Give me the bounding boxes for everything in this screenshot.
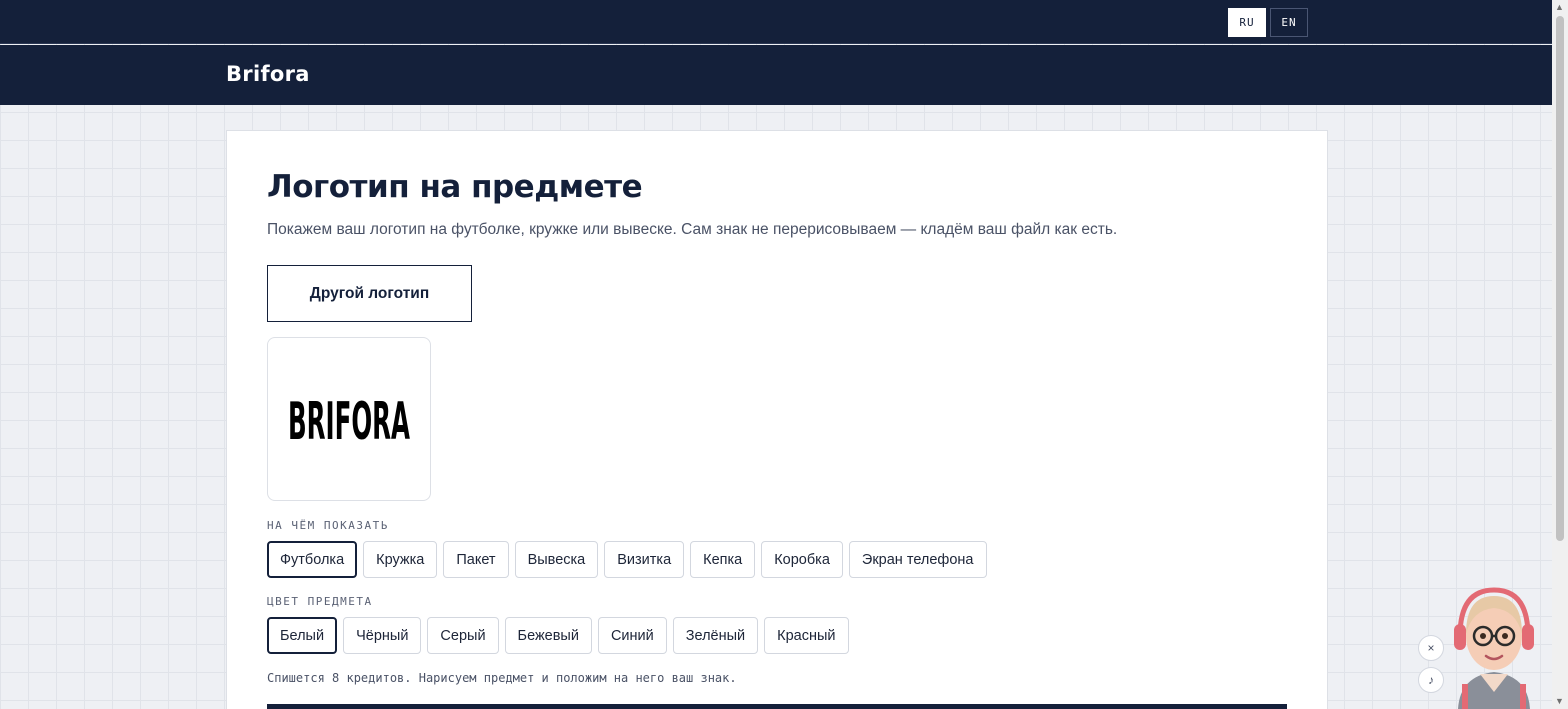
close-icon[interactable]: × [1418, 635, 1444, 661]
color-chip-beige[interactable]: Бежевый [504, 617, 592, 654]
object-chip-sign[interactable]: Вывеска [514, 541, 599, 578]
top-bar: RU EN [0, 0, 1552, 44]
color-chip-green[interactable]: Зелёный [672, 617, 759, 654]
page-title: Логотип на предмете [267, 169, 643, 205]
scrollbar-thumb[interactable] [1556, 16, 1564, 541]
object-chip-group: Футболка Кружка Пакет Вывеска Визитка Ке… [267, 541, 987, 578]
language-ru-button[interactable]: RU [1228, 8, 1266, 37]
object-chip-business-card[interactable]: Визитка [604, 541, 685, 578]
color-chip-black[interactable]: Чёрный [343, 617, 422, 654]
site-header: Brifora [0, 45, 1552, 105]
scroll-down-icon[interactable]: ▼ [1555, 696, 1564, 706]
svg-text:BRIFORA: BRIFORA [288, 392, 410, 447]
page-subtitle: Покажем ваш логотип на футболке, кружке … [267, 221, 1118, 238]
brifora-logo-image: BRIFORA [288, 392, 410, 447]
color-chip-white[interactable]: Белый [267, 617, 338, 654]
object-chip-phone-screen[interactable]: Экран телефона [848, 541, 987, 578]
assistant-avatar[interactable] [1450, 584, 1538, 709]
object-chip-bag[interactable]: Пакет [443, 541, 509, 578]
brand-logo[interactable]: Brifora [226, 62, 310, 86]
main-card: Логотип на предмете Покажем ваш логотип … [226, 130, 1328, 709]
other-logo-button[interactable]: Другой логотип [267, 265, 472, 322]
music-icon[interactable]: ♪ [1418, 667, 1444, 693]
object-section-label: НА ЧЁМ ПОКАЗАТЬ [267, 519, 389, 532]
object-chip-cap[interactable]: Кепка [690, 541, 756, 578]
page-scrollbar[interactable]: ▲ ▼ [1552, 0, 1568, 709]
logo-preview: BRIFORA [267, 337, 431, 501]
color-section-label: ЦВЕТ ПРЕДМЕТА [267, 595, 373, 608]
color-chip-group: Белый Чёрный Серый Бежевый Синий Зелёный… [267, 617, 849, 654]
language-en-button[interactable]: EN [1270, 8, 1308, 37]
color-chip-blue[interactable]: Синий [597, 617, 667, 654]
scroll-up-icon[interactable]: ▲ [1555, 2, 1564, 12]
credits-note: Спишется 8 кредитов. Нарисуем предмет и … [267, 671, 737, 685]
color-chip-red[interactable]: Красный [764, 617, 849, 654]
object-chip-mug[interactable]: Кружка [363, 541, 438, 578]
color-chip-gray[interactable]: Серый [427, 617, 499, 654]
object-chip-box[interactable]: Коробка [761, 541, 843, 578]
generate-button[interactable] [267, 704, 1287, 709]
object-chip-tshirt[interactable]: Футболка [267, 541, 358, 578]
